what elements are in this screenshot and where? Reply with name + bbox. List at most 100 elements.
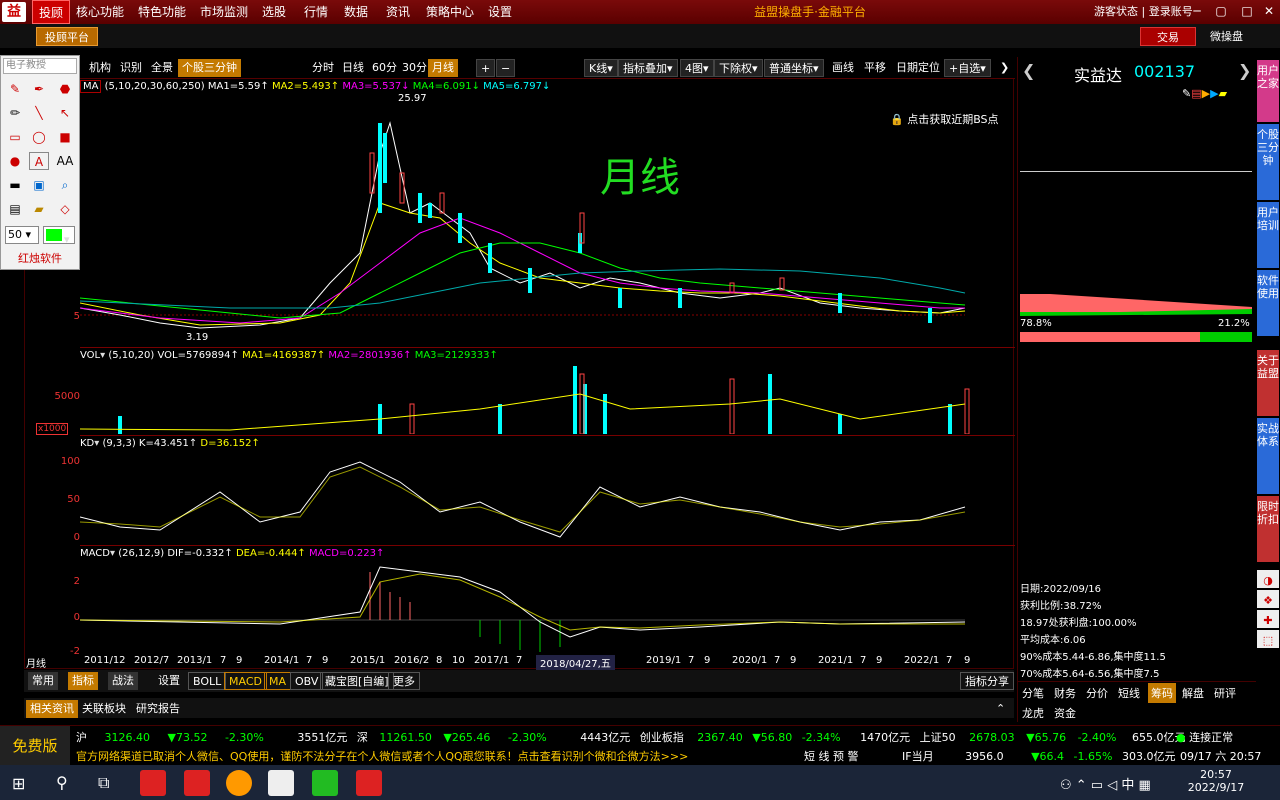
arrow-icon[interactable]: ↖ <box>55 104 75 122</box>
menu-tougu[interactable]: 投顾 <box>32 0 71 24</box>
maximize-icon[interactable]: □ <box>1240 4 1254 18</box>
sidebar-tool-icon-4[interactable]: ⬚ <box>1257 630 1279 648</box>
chip-tool-icons[interactable]: ✎▤▶▶▰ <box>1182 87 1252 101</box>
bar-icon[interactable]: ▬ <box>5 176 25 194</box>
eraser-icon[interactable]: ✎ <box>5 80 25 98</box>
image-icon[interactable]: ▣ <box>29 176 49 194</box>
ellipse-filled-icon[interactable]: ● <box>5 152 25 170</box>
start-icon[interactable]: ⊞ <box>12 774 25 793</box>
size-select[interactable]: 50 ▾ <box>5 226 39 244</box>
sidebar-tool-icon[interactable]: ◑ <box>1257 570 1279 588</box>
tb-panorama[interactable]: 全景 <box>147 59 177 77</box>
tab-ticks[interactable]: 分笔 <box>1022 685 1044 701</box>
restore-icon[interactable]: ▢ <box>1214 4 1228 18</box>
clock[interactable]: 20:57 2022/9/17 <box>1186 768 1246 794</box>
wechat-icon[interactable] <box>312 770 338 796</box>
pan-button[interactable]: 平移 <box>860 59 890 77</box>
tab-analysis[interactable]: 解盘 <box>1182 685 1204 701</box>
app-icon-emoney-2[interactable] <box>184 770 210 796</box>
tab-research-rating[interactable]: 研评 <box>1214 685 1236 701</box>
tab-settings[interactable]: 设置 <box>154 672 184 690</box>
rect-filled-icon[interactable]: ■ <box>55 128 75 146</box>
app-icon-emoney[interactable] <box>140 770 166 796</box>
save-icon[interactable]: ▤ <box>5 200 25 218</box>
kd-pane[interactable]: KD▾ (9,3,3) K=43.451↑ D=36.152↑ 100 50 0 <box>61 435 1015 545</box>
zoom-out-button[interactable]: − <box>496 59 516 77</box>
color-select[interactable]: ▾ <box>43 226 75 246</box>
tab-indicator[interactable]: 指标 <box>68 672 98 690</box>
sidebar-about[interactable]: 关于益盟 <box>1257 350 1279 416</box>
draw-line-button[interactable]: 画线 <box>828 59 858 77</box>
sidebar-combat-system[interactable]: 实战体系 <box>1257 418 1279 494</box>
menu-select[interactable]: 选股 <box>256 0 292 24</box>
period-30min[interactable]: 30分 <box>398 59 431 77</box>
period-daily[interactable]: 日线 <box>338 59 368 77</box>
tab-macd[interactable]: MACD <box>224 672 267 690</box>
magnifier-icon[interactable]: ⌕ <box>55 176 75 194</box>
menu-data[interactable]: 数据 <box>338 0 374 24</box>
main-price-pane[interactable]: MA (5,10,20,30,60,250) MA1=5.59↑ MA2=5.4… <box>74 79 1015 347</box>
sidebar-tool-icon-3[interactable]: ✚ <box>1257 610 1279 628</box>
tab-more[interactable]: 更多 <box>388 672 420 690</box>
menu-strategy[interactable]: 策略中心 <box>420 0 480 24</box>
draw-search-input[interactable]: 电子教授 <box>3 58 77 74</box>
xaxis-period[interactable]: 月线 <box>26 655 46 670</box>
menu-news[interactable]: 资讯 <box>380 0 416 24</box>
tab-common[interactable]: 常用 <box>28 672 58 690</box>
sidebar-user-home[interactable]: 用户之家 <box>1257 60 1279 122</box>
indicator-share-button[interactable]: 指标分享 <box>960 672 1014 690</box>
prev-stock-icon[interactable]: ❮ <box>1022 61 1035 80</box>
close-icon[interactable]: ✕ <box>1262 4 1276 18</box>
vol-selector[interactable]: VOL <box>80 350 100 361</box>
ellipse-outline-icon[interactable]: ◯ <box>29 128 49 146</box>
tab-obv[interactable]: OBV <box>290 672 324 690</box>
period-timeshare[interactable]: 分时 <box>308 59 338 77</box>
pencil-icon[interactable]: ✏ <box>5 104 25 122</box>
watchlist-dropdown[interactable]: +自选▾ <box>944 59 991 77</box>
kd-selector[interactable]: KD <box>80 438 94 449</box>
next-stock-icon[interactable]: ❯ <box>1238 61 1251 80</box>
coordinate-dropdown[interactable]: 普通坐标▾ <box>764 59 824 77</box>
adjust-dropdown[interactable]: 下除权▾ <box>714 59 763 77</box>
chrome-icon[interactable] <box>226 770 252 796</box>
volume-pane[interactable]: VOL▾ (5,10,20) VOL=5769894↑ MA1=4169387↑… <box>36 347 1015 435</box>
tab-price-dist[interactable]: 分价 <box>1086 685 1108 701</box>
search-icon[interactable]: ⚲ <box>56 773 68 792</box>
tab-finance[interactable]: 财务 <box>1054 685 1076 701</box>
tb-stock-3min[interactable]: 个股三分钟 <box>178 59 241 77</box>
tb-identify[interactable]: 识别 <box>116 59 146 77</box>
tab-treasure[interactable]: 藏宝图[自编] <box>320 672 394 690</box>
menu-settings[interactable]: 设置 <box>482 0 518 24</box>
menu-feature[interactable]: 特色功能 <box>132 0 192 24</box>
menu-quote[interactable]: 行情 <box>298 0 334 24</box>
text-icon[interactable]: A <box>29 152 49 170</box>
tab-chips[interactable]: 筹码 <box>1148 683 1176 703</box>
tougu-platform-button[interactable]: 投顾平台 <box>36 27 98 46</box>
tab-research[interactable]: 研究报告 <box>132 700 184 718</box>
free-version-badge[interactable]: 免费版 <box>0 726 70 766</box>
period-60min[interactable]: 60分 <box>368 59 401 77</box>
login-link[interactable]: 登录账号 <box>1149 5 1193 18</box>
app-icon-emoney-3[interactable] <box>356 770 382 796</box>
date-locate-button[interactable]: 日期定位 <box>892 59 944 77</box>
menu-core[interactable]: 核心功能 <box>70 0 130 24</box>
tab-related-sectors[interactable]: 关联板块 <box>78 700 130 718</box>
diamond-icon[interactable]: ◇ <box>55 200 75 218</box>
tab-ma[interactable]: MA <box>264 672 292 690</box>
system-tray[interactable]: ⚇ ⌃ ▭ ◁ 中 ▦ <box>1060 774 1151 793</box>
macd-selector[interactable]: MACD <box>80 548 110 559</box>
text-bold-icon[interactable]: AA <box>55 152 75 170</box>
indicator-overlay-dropdown[interactable]: 指标叠加▾ <box>618 59 678 77</box>
bucket-icon[interactable]: ⬣ <box>55 80 75 98</box>
layout-dropdown[interactable]: 4图▾ <box>680 59 714 77</box>
sidebar-stock-3min[interactable]: 个股三分钟 <box>1257 124 1279 200</box>
zoom-in-button[interactable]: + <box>476 59 496 77</box>
app-icon-active[interactable] <box>268 770 294 796</box>
sidebar-user-training[interactable]: 用户培训 <box>1257 202 1279 268</box>
minimize-icon[interactable]: ─ <box>1190 4 1204 18</box>
tb-institution[interactable]: 机构 <box>85 59 115 77</box>
period-monthly[interactable]: 月线 <box>428 59 458 77</box>
tab-funds[interactable]: 资金 <box>1054 705 1076 721</box>
menu-monitor[interactable]: 市场监测 <box>194 0 254 24</box>
ma-selector[interactable]: MA <box>80 80 102 93</box>
